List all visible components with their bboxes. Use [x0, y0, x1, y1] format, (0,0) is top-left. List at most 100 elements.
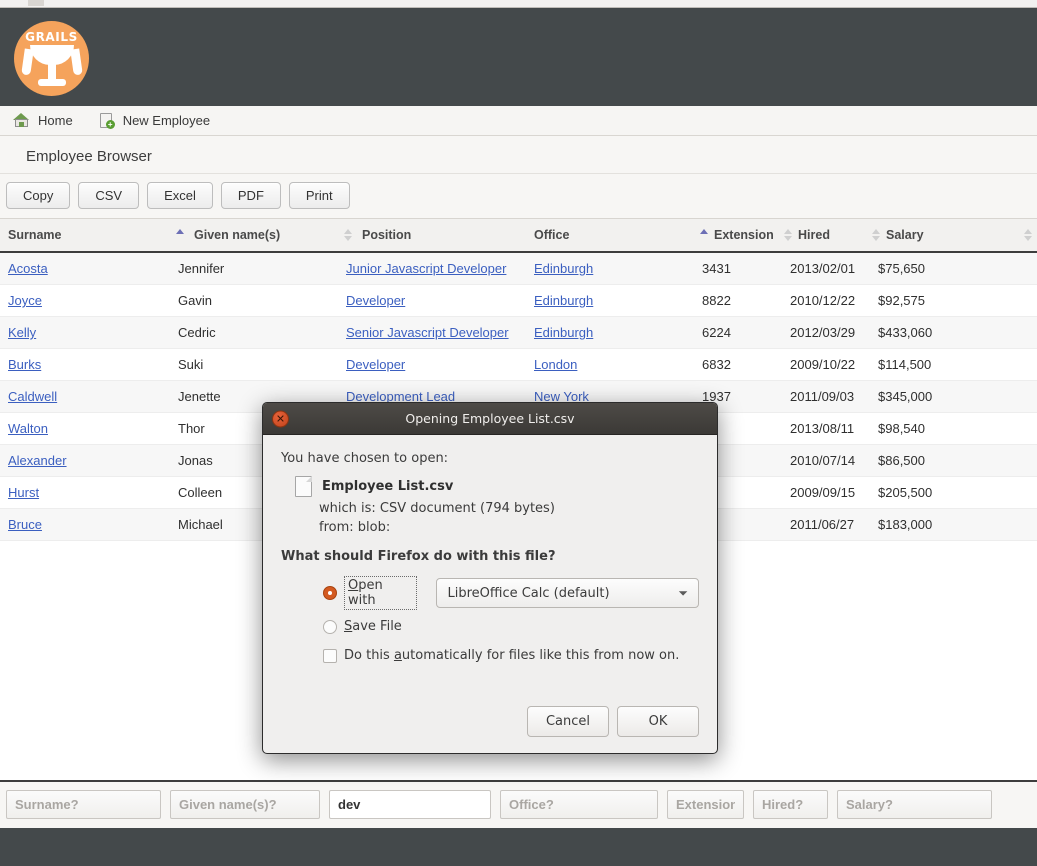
- open-with-label[interactable]: Open with: [344, 576, 417, 610]
- link-surname[interactable]: Hurst: [8, 485, 39, 500]
- save-file-radio[interactable]: [323, 620, 337, 634]
- table-row[interactable]: KellyCedricSenior Javascript DeveloperEd…: [0, 317, 1037, 349]
- which-is-row: which is: CSV document (794 bytes): [319, 501, 699, 516]
- filter-extension[interactable]: [667, 790, 744, 819]
- filter-office[interactable]: [500, 790, 658, 819]
- nav-item-new-employee[interactable]: + New Employee: [99, 113, 210, 129]
- cell-salary: $86,500: [870, 445, 1037, 477]
- sort-indicator-neutral-icon-right: [1024, 228, 1033, 242]
- table-row[interactable]: Acosta Jennifer Junior Javascript Develope…: [0, 252, 1037, 285]
- cell-hired: 2010/07/14: [782, 445, 870, 477]
- browser-chrome-strip: [0, 0, 1037, 8]
- copy-button[interactable]: Copy: [6, 182, 70, 209]
- col-header-office-label: Office: [534, 228, 569, 242]
- table-header-row: Surname Given name(s) Position Office: [0, 219, 1037, 252]
- link-position[interactable]: Developer: [346, 357, 405, 372]
- grails-logo[interactable]: GRAILS: [14, 21, 89, 96]
- filter-given[interactable]: [170, 790, 320, 819]
- cell-hired: 2011/06/27: [782, 509, 870, 541]
- cell-hired: 2010/12/22: [782, 285, 870, 317]
- csv-button[interactable]: CSV: [78, 182, 139, 209]
- sort-indicator-neutral-icon: [872, 228, 881, 242]
- cell-surname: Burks: [0, 349, 170, 381]
- nav-item-new-employee-label: New Employee: [123, 113, 210, 128]
- from-key: from:: [319, 520, 354, 535]
- link-surname[interactable]: Alexander: [8, 453, 67, 468]
- dialog-actions: Cancel OK: [527, 706, 699, 737]
- cell-salary: $92,575: [870, 285, 1037, 317]
- link-position[interactable]: Junior Javascript Developer: [346, 261, 506, 276]
- cell-position: Developer: [338, 349, 526, 381]
- cell-extension: 6224: [694, 317, 782, 349]
- cell-hired: 2013/02/01: [782, 252, 870, 285]
- link-surname[interactable]: Kelly: [8, 325, 36, 340]
- home-icon: [13, 113, 30, 128]
- column-filter-row: [0, 780, 1037, 827]
- table-row[interactable]: BurksSukiDeveloperLondon68322009/10/22$1…: [0, 349, 1037, 381]
- link-surname[interactable]: Acosta: [8, 261, 48, 276]
- nav-item-home[interactable]: Home: [13, 113, 73, 128]
- cell-given: Jennifer: [170, 252, 338, 285]
- col-header-extension[interactable]: Extension: [694, 219, 782, 252]
- cell-office: Edinburgh: [526, 252, 694, 285]
- site-footer: [0, 828, 1037, 866]
- cell-hired: 2011/09/03: [782, 381, 870, 413]
- filter-surname[interactable]: [6, 790, 161, 819]
- link-surname[interactable]: Joyce: [8, 293, 42, 308]
- chevron-down-icon: ⏷: [678, 586, 688, 601]
- col-header-salary[interactable]: Salary: [870, 219, 1037, 252]
- link-office[interactable]: London: [534, 357, 577, 372]
- from-value: blob:: [358, 520, 390, 535]
- link-surname[interactable]: Burks: [8, 357, 41, 372]
- cell-office: Edinburgh: [526, 285, 694, 317]
- link-surname[interactable]: Bruce: [8, 517, 42, 532]
- page-title: Employee Browser: [0, 136, 1037, 174]
- close-icon[interactable]: ✕: [272, 410, 289, 427]
- print-button[interactable]: Print: [289, 182, 350, 209]
- cell-position: Junior Javascript Developer: [338, 252, 526, 285]
- cell-salary: $98,540: [870, 413, 1037, 445]
- filter-position[interactable]: [329, 790, 491, 819]
- link-position[interactable]: Developer: [346, 293, 405, 308]
- cancel-button[interactable]: Cancel: [527, 706, 609, 737]
- ok-button[interactable]: OK: [617, 706, 699, 737]
- filter-salary[interactable]: [837, 790, 992, 819]
- cell-surname: Bruce: [0, 509, 170, 541]
- col-header-office[interactable]: Office: [526, 219, 694, 252]
- file-icon: [295, 476, 312, 497]
- save-file-label[interactable]: Save File: [344, 619, 402, 634]
- link-surname[interactable]: Caldwell: [8, 389, 57, 404]
- filter-hired[interactable]: [753, 790, 828, 819]
- cell-salary: $183,000: [870, 509, 1037, 541]
- cell-office: London: [526, 349, 694, 381]
- col-header-given-names[interactable]: Given name(s): [170, 219, 338, 252]
- sort-indicator-neutral-icon: [784, 228, 793, 242]
- cell-extension: 8822: [694, 285, 782, 317]
- cell-salary: $345,000: [870, 381, 1037, 413]
- open-with-radio[interactable]: [323, 586, 337, 600]
- file-name: Employee List.csv: [322, 479, 453, 494]
- col-header-hired[interactable]: Hired: [782, 219, 870, 252]
- cell-surname: Alexander: [0, 445, 170, 477]
- grails-cup-icon: [26, 45, 78, 89]
- link-office[interactable]: Edinburgh: [534, 293, 593, 308]
- application-select[interactable]: LibreOffice Calc (default) ⏷: [436, 578, 699, 608]
- col-header-position[interactable]: Position: [338, 219, 526, 252]
- table-row[interactable]: Joyce Gavin Developer Edinburgh 88222010/12/…: [0, 285, 1037, 317]
- excel-button[interactable]: Excel: [147, 182, 213, 209]
- link-position[interactable]: Senior Javascript Developer: [346, 325, 509, 340]
- col-header-surname[interactable]: Surname: [0, 219, 170, 252]
- dialog-title: Opening Employee List.csv: [405, 411, 574, 426]
- do-automatically-label[interactable]: Do this automatically for files like thi…: [344, 648, 679, 663]
- link-office[interactable]: Edinburgh: [534, 261, 593, 276]
- dialog-body: You have chosen to open: Employee List.c…: [263, 435, 717, 663]
- do-automatically-checkbox[interactable]: [323, 649, 337, 663]
- sort-indicator-ascending-icon: [176, 228, 185, 242]
- link-surname[interactable]: Walton: [8, 421, 48, 436]
- cell-given: Gavin: [170, 285, 338, 317]
- pdf-button[interactable]: PDF: [221, 182, 281, 209]
- cell-surname: Acosta: [0, 252, 170, 285]
- cell-given: Suki: [170, 349, 338, 381]
- link-office[interactable]: Edinburgh: [534, 325, 593, 340]
- browser-tab-stub[interactable]: [28, 0, 44, 6]
